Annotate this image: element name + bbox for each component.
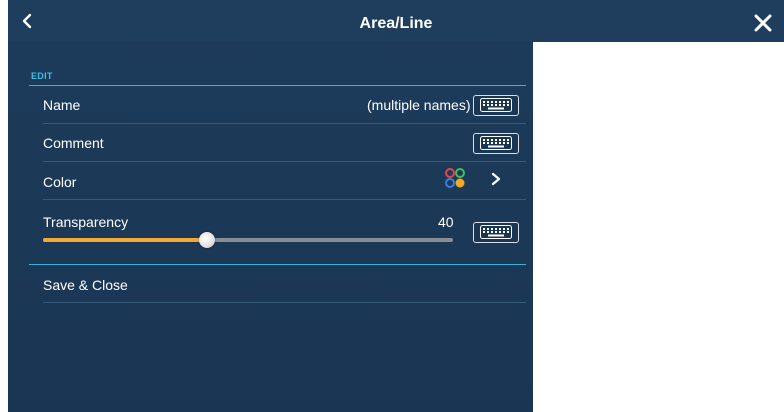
color-palette-icon[interactable] xyxy=(445,168,465,188)
left-edge xyxy=(0,0,8,412)
chevron-left-icon xyxy=(22,13,32,29)
row-divider xyxy=(43,199,526,200)
close-icon xyxy=(754,14,772,32)
transparency-keyboard-button[interactable] xyxy=(473,222,519,243)
row-divider xyxy=(43,123,526,124)
transparency-slider[interactable] xyxy=(43,228,453,252)
chevron-right-icon[interactable] xyxy=(489,172,503,186)
name-label: Name xyxy=(43,97,81,113)
transparency-slider-thumb[interactable] xyxy=(199,232,215,248)
comment-keyboard-button[interactable] xyxy=(473,133,519,154)
close-button[interactable] xyxy=(750,10,776,36)
keyboard-icon xyxy=(480,136,512,150)
comment-label: Comment xyxy=(43,135,104,151)
header-bar: Area/Line xyxy=(8,0,784,42)
area-line-panel xyxy=(8,0,533,412)
name-keyboard-button[interactable] xyxy=(473,95,519,116)
keyboard-icon xyxy=(480,225,512,239)
section-divider xyxy=(29,85,526,86)
page-title: Area/Line xyxy=(359,15,433,32)
row-divider xyxy=(43,161,526,162)
save-close-label: Save & Close xyxy=(43,277,128,293)
row-divider xyxy=(43,302,526,303)
section-divider xyxy=(29,264,526,265)
back-button[interactable] xyxy=(18,8,46,36)
color-label: Color xyxy=(43,174,77,190)
name-value[interactable]: (multiple names) xyxy=(367,97,470,113)
section-label-edit: EDIT xyxy=(31,71,53,81)
keyboard-icon xyxy=(480,98,512,112)
